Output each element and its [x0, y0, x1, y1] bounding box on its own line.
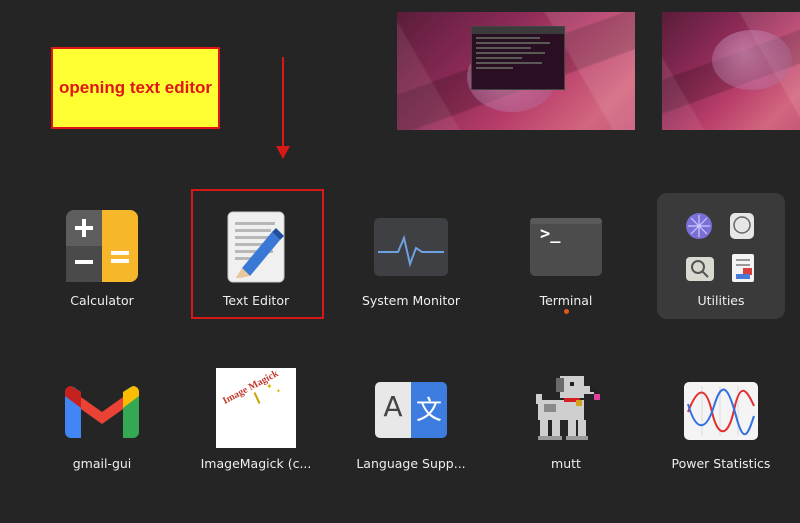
app-label: Utilities — [697, 293, 745, 308]
app-label: gmail-gui — [72, 456, 132, 471]
imagemagick-icon: Image Magick ✦ ✦ — [216, 368, 296, 448]
utilities-folder-icon — [683, 210, 759, 290]
mutt-dog-icon — [530, 372, 604, 450]
sparkle-icon: ✦ — [276, 388, 282, 395]
wand-icon — [253, 392, 261, 404]
app-label: Calculator — [70, 293, 134, 308]
annotation-highlight-box — [191, 189, 324, 319]
app-folder-utilities[interactable]: Utilities — [651, 200, 791, 320]
app-label: System Monitor — [361, 293, 461, 308]
calculator-icon — [66, 210, 138, 286]
annotation-callout: opening text editor — [51, 47, 220, 129]
system-monitor-icon — [374, 218, 448, 280]
app-label: Language Supp... — [356, 456, 466, 471]
app-mutt[interactable]: mutt — [496, 370, 636, 480]
app-calculator[interactable]: Calculator — [32, 200, 172, 320]
terminal-window-preview[interactable] — [471, 26, 565, 90]
sparkle-icon: ✦ — [266, 382, 273, 391]
gmail-icon — [65, 382, 139, 442]
language-support-icon: A 文 — [375, 382, 447, 438]
running-indicator-dot — [564, 309, 569, 314]
cjk-glyph: 文 — [415, 396, 442, 426]
workspace-thumbnail-1[interactable] — [397, 12, 635, 130]
app-system-monitor[interactable]: System Monitor — [341, 200, 481, 320]
workspace-thumbnail-2[interactable] — [662, 12, 800, 130]
power-statistics-icon — [684, 382, 758, 444]
app-terminal[interactable]: >_ Terminal — [496, 200, 636, 320]
app-label: Power Statistics — [671, 456, 771, 471]
annotation-arrow-line — [282, 57, 284, 147]
app-gmail-gui[interactable]: gmail-gui — [32, 370, 172, 480]
latin-glyph: A — [383, 390, 403, 423]
app-power-statistics[interactable]: Power Statistics — [651, 370, 791, 480]
terminal-prompt: >_ — [540, 224, 561, 244]
app-imagemagick[interactable]: Image Magick ✦ ✦ ImageMagick (c... — [186, 368, 326, 480]
app-language-support[interactable]: A 文 Language Supp... — [341, 370, 481, 480]
app-label: ImageMagick (c... — [200, 456, 312, 471]
terminal-icon: >_ — [530, 218, 602, 280]
app-label: mutt — [551, 456, 581, 471]
annotation-arrow-head — [276, 146, 290, 159]
wallpaper-jellyfish — [712, 30, 792, 90]
app-label: Terminal — [539, 293, 593, 308]
